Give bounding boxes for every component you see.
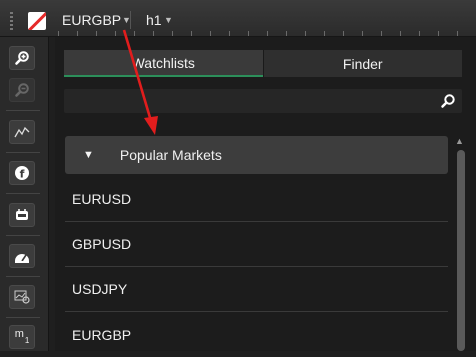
robot-icon[interactable] (9, 203, 35, 227)
m1-label: m (14, 328, 24, 340)
tool-sidebar: f m1 (0, 37, 49, 351)
sidebar-divider (6, 317, 40, 318)
gauge-icon[interactable] (9, 244, 35, 268)
scrollbar[interactable] (457, 150, 465, 351)
sidebar-divider (6, 235, 40, 236)
time-ruler (58, 31, 472, 36)
scrollbar-thumb[interactable] (457, 150, 465, 351)
zoom-out-icon[interactable] (9, 78, 35, 102)
sidebar-divider (6, 193, 40, 194)
search-box (64, 89, 462, 113)
chart-toolbar: EURGBP ▼ h1 ▼ (0, 0, 476, 37)
watchlist-panel: Watchlists Finder ▼ Popular Markets EURU… (55, 37, 476, 351)
svg-text:f: f (20, 168, 25, 181)
sidebar-divider (6, 110, 40, 111)
group-label: Popular Markets (119, 147, 222, 163)
expand-triangle-icon[interactable]: ▼ (83, 149, 94, 161)
list-item[interactable]: USDJPY (65, 267, 448, 312)
settings-chart-icon[interactable] (9, 285, 35, 309)
facebook-icon[interactable]: f (9, 161, 35, 185)
panel-tabs: Watchlists Finder (64, 50, 462, 77)
toolbar-divider (130, 11, 131, 29)
list-item[interactable]: EURGBP (65, 312, 448, 357)
scroll-up-icon[interactable]: ▲ (455, 136, 464, 146)
tab-watchlists[interactable]: Watchlists (64, 50, 263, 77)
zoom-in-icon[interactable] (9, 46, 35, 70)
sidebar-divider (6, 276, 40, 277)
m1-sub-label: 1 (24, 335, 30, 345)
indicator-icon[interactable] (9, 120, 35, 144)
symbol-selector[interactable]: EURGBP (62, 12, 121, 28)
list-item[interactable]: GBPUSD (65, 222, 448, 267)
m1-timeframe-icon[interactable]: m1 (9, 325, 35, 349)
chart-color-icon[interactable] (28, 12, 46, 30)
list-item[interactable]: EURUSD (65, 177, 448, 222)
search-icon[interactable] (440, 93, 456, 109)
drag-grip-icon[interactable] (10, 12, 13, 30)
tab-finder[interactable]: Finder (262, 50, 462, 77)
caret-down-icon[interactable]: ▼ (164, 15, 173, 25)
market-list: EURUSD GBPUSD USDJPY EURGBP (65, 177, 448, 357)
timeframe-selector[interactable]: h1 (146, 12, 162, 28)
popular-markets-header[interactable]: ▼ Popular Markets (65, 136, 448, 174)
search-input[interactable] (64, 89, 434, 113)
sidebar-divider (6, 152, 40, 153)
